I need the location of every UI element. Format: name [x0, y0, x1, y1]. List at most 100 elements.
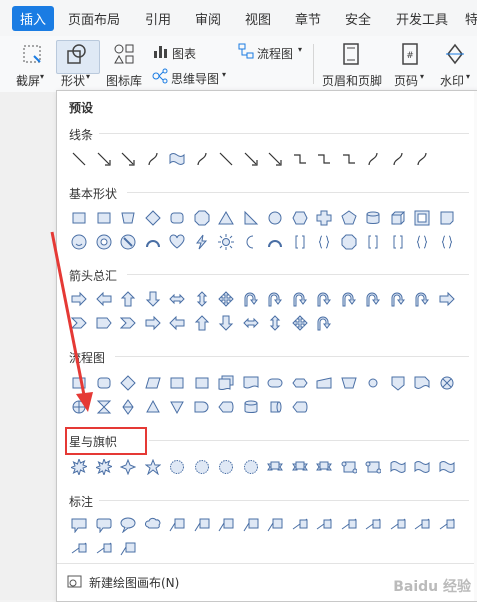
shape-thumbnail-callCloud[interactable] [141, 513, 166, 537]
shape-thumbnail-curve[interactable] [386, 147, 411, 171]
shape-thumbnail-diamond[interactable] [141, 206, 166, 230]
shape-thumbnail-rrect[interactable] [165, 206, 190, 230]
shape-thumbnail-ribbon[interactable] [312, 455, 337, 479]
shape-thumbnail-bracket[interactable] [288, 230, 313, 254]
shape-thumbnail-arrL[interactable] [92, 287, 117, 311]
shape-thumbnail-ribbon[interactable] [263, 455, 288, 479]
shape-thumbnail-rect[interactable] [92, 206, 117, 230]
shape-thumbnail-disk[interactable] [239, 395, 264, 419]
shape-thumbnail-wave[interactable] [410, 455, 435, 479]
shape-thumbnail-smile[interactable] [67, 230, 92, 254]
shape-thumbnail-callLine[interactable] [165, 513, 190, 537]
shape-thumbnail-burst[interactable] [67, 455, 92, 479]
chevron-down-icon[interactable]: ▾ [40, 72, 44, 81]
shape-thumbnail-wave[interactable] [386, 455, 411, 479]
shape-thumbnail-wedge[interactable] [67, 537, 92, 561]
icon-library-button[interactable]: 图标库 [106, 72, 142, 89]
shape-thumbnail-circle[interactable] [263, 206, 288, 230]
shape-thumbnail-quad[interactable] [288, 311, 313, 335]
shape-thumbnail-scroll[interactable] [361, 455, 386, 479]
tab-security[interactable]: 安全 [345, 9, 371, 28]
shape-thumbnail-wedge[interactable] [361, 513, 386, 537]
shape-thumbnail-orjunc[interactable] [67, 395, 92, 419]
shape-thumbnail-uturn[interactable] [386, 287, 411, 311]
shape-thumbnail-collate[interactable] [92, 395, 117, 419]
shape-thumbnail-arrU[interactable] [190, 311, 215, 335]
shape-thumbnail-manual[interactable] [312, 371, 337, 395]
shape-thumbnail-rtri[interactable] [239, 206, 264, 230]
watermark-button[interactable]: 水印 [440, 72, 464, 89]
shape-thumbnail-arrR[interactable] [435, 287, 460, 311]
shape-thumbnail-curve[interactable] [410, 147, 435, 171]
shape-thumbnail-callLine[interactable] [263, 513, 288, 537]
shape-thumbnail-wedge[interactable] [337, 513, 362, 537]
shape-thumbnail-wave[interactable] [435, 455, 460, 479]
shape-thumbnail-ribbon[interactable] [288, 455, 313, 479]
shape-thumbnail-brace[interactable] [410, 230, 435, 254]
shape-thumbnail-cross[interactable] [312, 206, 337, 230]
shape-thumbnail-para[interactable] [141, 371, 166, 395]
shapes-icon[interactable] [65, 42, 89, 66]
shape-thumbnail-oct[interactable] [190, 206, 215, 230]
tab-review[interactable]: 审阅 [195, 9, 221, 28]
tab-special[interactable]: 特 [465, 9, 477, 28]
shape-thumbnail-arrD[interactable] [141, 287, 166, 311]
tab-chapter[interactable]: 章节 [295, 9, 321, 28]
shape-thumbnail-fold[interactable] [435, 206, 460, 230]
mindmap-icon[interactable] [152, 68, 168, 84]
shapes-button-label[interactable]: 形状 [61, 72, 85, 89]
shape-thumbnail-oct[interactable] [337, 230, 362, 254]
shape-thumbnail-arrU[interactable] [116, 287, 141, 311]
shape-thumbnail-wedge[interactable] [410, 513, 435, 537]
shape-thumbnail-wedge[interactable] [92, 537, 117, 561]
shape-thumbnail-callOval[interactable] [116, 513, 141, 537]
shape-thumbnail-display[interactable] [214, 395, 239, 419]
shape-thumbnail-burst[interactable] [92, 455, 117, 479]
shape-thumbnail-rect[interactable] [67, 371, 92, 395]
shape-thumbnail-bracket[interactable] [361, 230, 386, 254]
shape-thumbnail-brace[interactable] [312, 230, 337, 254]
shape-thumbnail-drum[interactable] [263, 395, 288, 419]
shape-thumbnail-rect[interactable] [165, 371, 190, 395]
shape-thumbnail-arrowline[interactable] [239, 147, 264, 171]
header-footer-icon[interactable] [339, 42, 363, 66]
shape-thumbnail-uturn[interactable] [239, 287, 264, 311]
shape-thumbnail-display[interactable] [288, 395, 313, 419]
shape-thumbnail-wedge[interactable] [312, 513, 337, 537]
shape-thumbnail-moon[interactable] [239, 230, 264, 254]
shape-thumbnail-uturn[interactable] [361, 287, 386, 311]
shape-thumbnail-nosym[interactable] [116, 230, 141, 254]
shape-thumbnail-rect[interactable] [190, 371, 215, 395]
flowchart-icon[interactable] [238, 43, 254, 59]
shape-thumbnail-arrLR[interactable] [165, 287, 190, 311]
shape-thumbnail-uturn[interactable] [410, 287, 435, 311]
tab-view[interactable]: 视图 [245, 9, 271, 28]
shape-thumbnail-wave[interactable] [165, 147, 190, 171]
shape-thumbnail-frame[interactable] [410, 206, 435, 230]
shape-thumbnail-uturn[interactable] [337, 287, 362, 311]
shape-thumbnail-arrD[interactable] [214, 311, 239, 335]
shape-thumbnail-rrect[interactable] [92, 371, 117, 395]
shape-thumbnail-delay[interactable] [190, 395, 215, 419]
shape-thumbnail-elbow[interactable] [337, 147, 362, 171]
shape-thumbnail-merge[interactable] [165, 395, 190, 419]
shape-thumbnail-arrowline[interactable] [263, 147, 288, 171]
shape-thumbnail-sumjunc[interactable] [435, 371, 460, 395]
tab-developer[interactable]: 开发工具 [396, 9, 448, 28]
shape-thumbnail-pent[interactable] [337, 206, 362, 230]
shape-thumbnail-curve[interactable] [190, 147, 215, 171]
shape-thumbnail-bolt[interactable] [190, 230, 215, 254]
page-number-button[interactable]: 页码 [394, 72, 418, 89]
shape-thumbnail-chevron[interactable] [116, 311, 141, 335]
shape-thumbnail-seal[interactable] [190, 455, 215, 479]
screenshot-icon[interactable] [20, 42, 44, 66]
shape-thumbnail-trap[interactable] [116, 206, 141, 230]
shape-thumbnail-line[interactable] [214, 147, 239, 171]
shape-thumbnail-arrR[interactable] [141, 311, 166, 335]
shape-thumbnail-arrR[interactable] [67, 287, 92, 311]
mindmap-button[interactable]: 思维导图 [171, 70, 219, 87]
shape-thumbnail-arrowline[interactable] [116, 147, 141, 171]
shape-thumbnail-callRound[interactable] [92, 513, 117, 537]
shape-thumbnail-wedge[interactable] [435, 513, 460, 537]
shape-thumbnail-arrL[interactable] [165, 311, 190, 335]
